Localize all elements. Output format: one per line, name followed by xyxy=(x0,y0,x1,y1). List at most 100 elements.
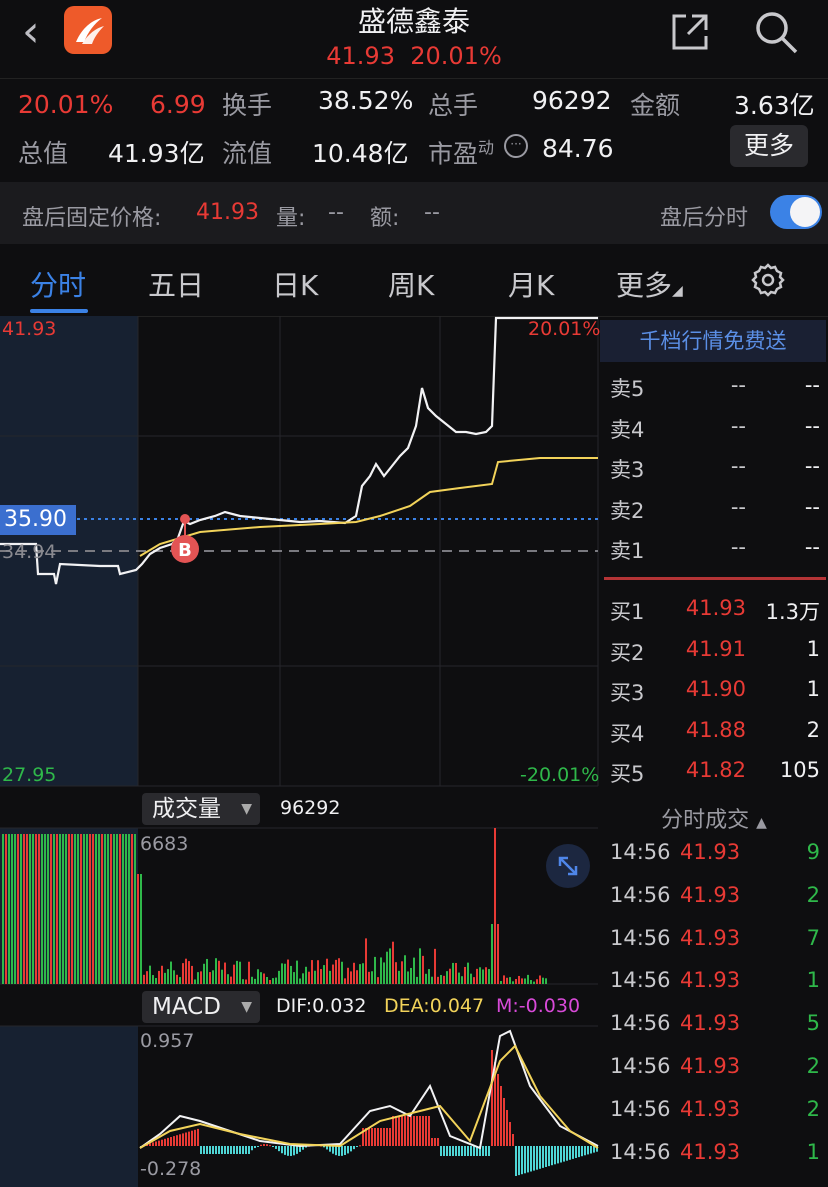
macd-bar xyxy=(509,1122,511,1146)
volume-bar xyxy=(485,967,487,984)
volume-bar xyxy=(353,962,355,984)
stat-pct: 20.01% xyxy=(18,90,114,119)
volume-bar xyxy=(50,834,52,984)
volume-bar xyxy=(470,973,472,984)
macd-bar xyxy=(386,1128,388,1146)
macd-m: M:-0.030 xyxy=(496,995,581,1017)
macd-bar xyxy=(395,1116,397,1146)
volume-bar xyxy=(209,972,211,984)
volume-bar xyxy=(122,834,124,984)
volume-bar xyxy=(71,834,73,984)
pe-value: 84.76 xyxy=(542,134,614,163)
macd-bar xyxy=(590,1146,592,1154)
trades-title[interactable]: 分时成交 ▲ xyxy=(600,802,828,834)
macd-bar xyxy=(554,1146,556,1165)
macd-bar xyxy=(401,1116,403,1146)
ask-volume: -- xyxy=(804,413,820,438)
volume-bar xyxy=(434,948,436,984)
ask-level-label: 卖3 xyxy=(610,458,645,482)
volume-bar xyxy=(452,962,454,984)
macd-bar xyxy=(239,1146,241,1154)
ask-row: 卖1 -- -- xyxy=(600,535,828,575)
volume-bar xyxy=(494,828,496,984)
volume-bar xyxy=(419,948,421,984)
tab-daily-k[interactable]: 日K xyxy=(272,264,318,304)
volume-bar xyxy=(482,969,484,984)
macd-min: -0.278 xyxy=(140,1158,202,1180)
trade-row: 14:56 41.93 7 xyxy=(600,926,828,968)
volume-indicator-dropdown[interactable]: 成交量 ▼ xyxy=(142,793,260,825)
macd-bar xyxy=(179,1134,181,1146)
volume-bar xyxy=(329,970,331,984)
macd-bar xyxy=(464,1146,466,1156)
volume-bar xyxy=(395,962,397,984)
volume-bar xyxy=(11,834,13,984)
header-bar: ‹ 盛德鑫泰 41.93 20.01% xyxy=(0,0,828,79)
share-icon[interactable] xyxy=(668,10,712,54)
trade-price: 41.93 xyxy=(680,925,741,950)
after-hours-amt: -- xyxy=(424,200,440,225)
macd-bar xyxy=(332,1146,334,1154)
volume-bar xyxy=(308,971,310,984)
expand-icon[interactable] xyxy=(546,844,590,888)
volume-bar xyxy=(236,960,238,984)
macd-bar xyxy=(533,1146,535,1171)
volume-bar xyxy=(158,970,160,984)
trade-price: 41.93 xyxy=(680,840,741,864)
tab-intraday[interactable]: 分时 xyxy=(30,264,86,304)
level2-promo-banner[interactable]: 千档行情免费送 xyxy=(600,320,826,362)
ask-row: 卖4 -- -- xyxy=(600,414,828,454)
volume-bar xyxy=(320,969,322,984)
trade-row: 14:56 41.93 5 xyxy=(600,1011,828,1053)
volume-bar xyxy=(383,962,385,984)
volume-bar xyxy=(443,975,445,984)
macd-bar xyxy=(197,1128,199,1146)
volume-bar xyxy=(134,834,136,984)
tab-five-day[interactable]: 五日 xyxy=(148,264,204,304)
volume-bar xyxy=(269,979,271,984)
macd-bar xyxy=(473,1146,475,1156)
volume-bar xyxy=(512,981,514,984)
ask-price: -- xyxy=(730,494,746,519)
header-price: 41.93 xyxy=(326,42,395,70)
trade-row: 14:56 41.93 2 xyxy=(600,1097,828,1139)
volume-bar xyxy=(347,967,349,984)
macd-bar xyxy=(470,1146,472,1156)
trade-price: 41.93 xyxy=(680,1139,741,1164)
volume-bar xyxy=(251,976,253,984)
macd-bar xyxy=(440,1146,442,1156)
tab-weekly-k[interactable]: 周K xyxy=(388,264,434,304)
macd-bar xyxy=(245,1146,247,1154)
axis-bottom-pct: -20.01% xyxy=(520,764,600,786)
macd-bar xyxy=(407,1116,409,1146)
macd-bar xyxy=(443,1146,445,1156)
volume-bar xyxy=(401,961,403,984)
tab-monthly-k[interactable]: 月K xyxy=(508,264,554,304)
bid-level-label: 买5 xyxy=(610,762,645,786)
volume-bar xyxy=(317,960,319,984)
volume-bar xyxy=(335,959,337,984)
volume-bar xyxy=(233,964,235,984)
more-stats-button[interactable]: 更多 xyxy=(730,125,808,167)
macd-indicator-dropdown[interactable]: MACD ▼ xyxy=(142,991,260,1023)
info-icon[interactable]: ··· xyxy=(504,134,528,158)
volume-bar xyxy=(137,874,139,984)
volume-bar xyxy=(194,979,196,984)
after-hours-toggle-label: 盘后分时 xyxy=(660,206,749,231)
search-icon[interactable] xyxy=(752,8,800,56)
macd-bar xyxy=(260,1144,262,1146)
gear-icon[interactable] xyxy=(750,262,786,298)
volume-bar xyxy=(461,976,463,984)
tab-more[interactable]: 更多◢ xyxy=(616,264,683,304)
trade-row: 14:56 41.93 9 xyxy=(600,840,828,882)
volume-bar xyxy=(227,974,229,984)
intraday-chart[interactable]: B xyxy=(0,316,600,1187)
ask-level-label: 卖5 xyxy=(610,377,645,401)
volume-bar xyxy=(272,978,274,984)
macd-bar xyxy=(560,1146,562,1163)
volume-bar xyxy=(143,974,145,984)
volume-bar xyxy=(35,834,37,984)
volume-bar xyxy=(356,970,358,984)
bid-level-label: 买4 xyxy=(610,721,645,746)
bid-row: 买1 41.93 1.3万 xyxy=(600,596,828,636)
